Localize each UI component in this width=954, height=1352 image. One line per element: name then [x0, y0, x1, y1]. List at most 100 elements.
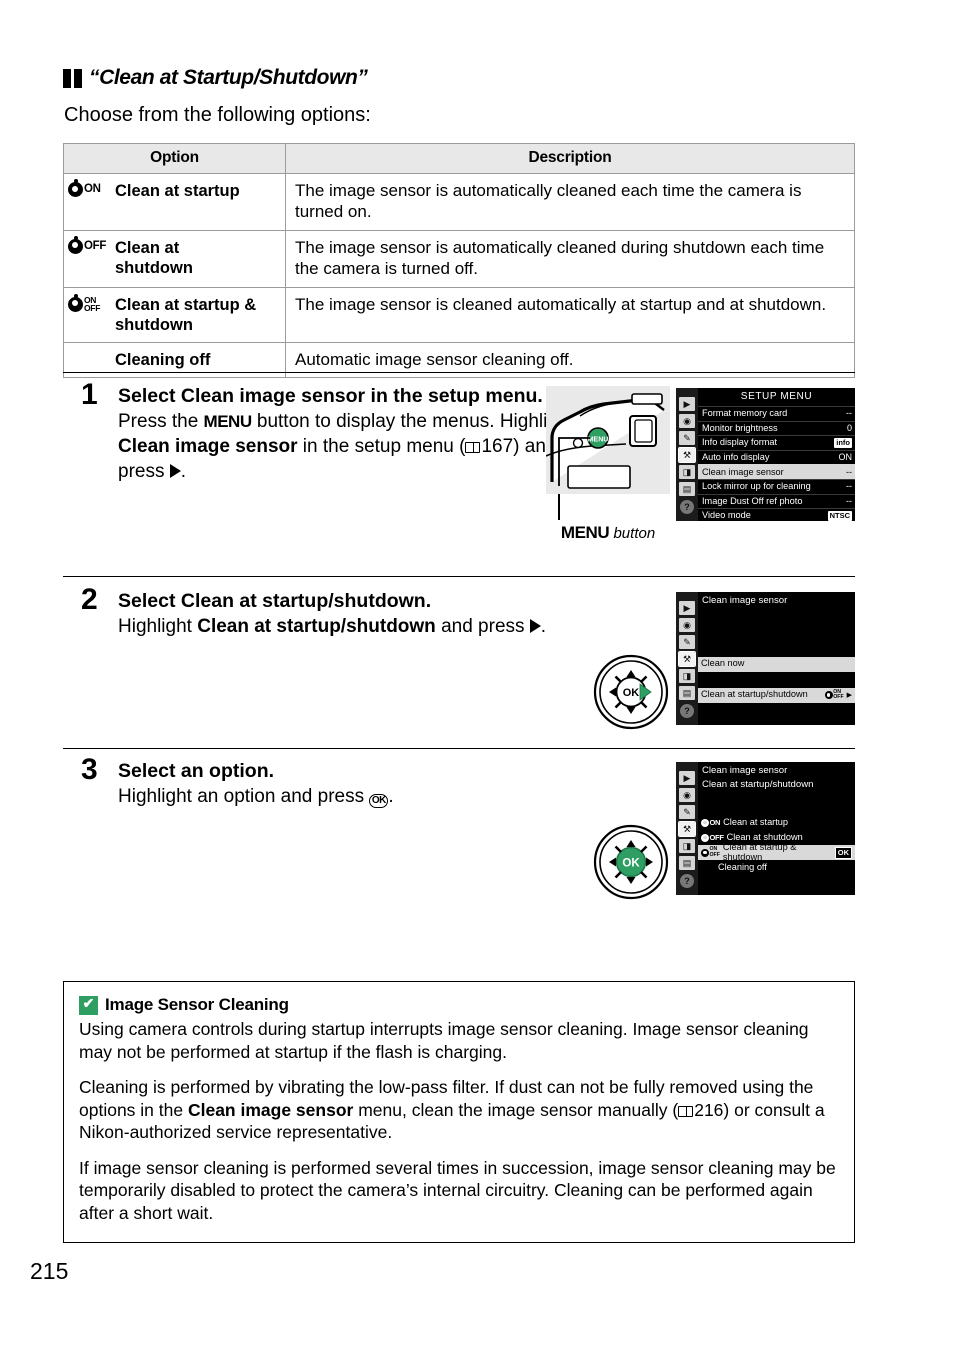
option-label: Cleaning off: [115, 350, 211, 369]
playback-icon[interactable]: ▶: [679, 397, 695, 411]
sensor-clean-onoff-icon: ON OFF: [701, 847, 720, 857]
retouch-menu-icon[interactable]: ◨: [679, 669, 695, 683]
caution-check-icon: ✔: [79, 995, 98, 1015]
note-title: Image Sensor Cleaning: [105, 995, 289, 1014]
camera-drawing: MENU: [546, 386, 670, 494]
menu-item-auto-info-display[interactable]: Auto info display ON: [698, 449, 855, 465]
help-icon[interactable]: ?: [680, 874, 694, 888]
retouch-menu-icon[interactable]: ◨: [679, 839, 695, 853]
right-arrow-icon: [169, 463, 181, 478]
lcd-sidebar: ▶ ◉ ✎ ⚒ ◨ ▤ ?: [676, 592, 698, 725]
description-cell: The image sensor is cleaned automaticall…: [285, 286, 855, 343]
options-table: Option Description ON Clean at startup T…: [63, 143, 855, 379]
ok-button-icon: OK: [369, 794, 389, 809]
custom-settings-icon[interactable]: ✎: [679, 431, 695, 445]
camera-caption: MENU button: [560, 523, 656, 542]
lcd-sidebar: ▶ ◉ ✎ ⚒ ◨ ▤ ?: [676, 762, 698, 895]
manual-page: “Clean at Startup/Shutdown” Choose from …: [0, 0, 954, 1352]
playback-icon[interactable]: ▶: [679, 771, 695, 785]
right-arrow-icon: [529, 619, 541, 634]
recent-settings-icon[interactable]: ▤: [679, 686, 695, 700]
section-marker-icon: [63, 68, 82, 88]
step-divider: [63, 576, 855, 577]
lcd-setup-menu: ▶ ◉ ✎ ⚒ ◨ ▤ ? SETUP MENU Format memory c…: [676, 388, 855, 521]
table-row: ON Clean at startup The image sensor is …: [63, 173, 855, 231]
custom-settings-icon[interactable]: ✎: [679, 635, 695, 649]
option-cleaning-off[interactable]: Cleaning off: [698, 860, 855, 875]
recent-settings-icon[interactable]: ▤: [679, 482, 695, 496]
playback-icon[interactable]: ▶: [679, 601, 695, 615]
note-paragraph-3: If image sensor cleaning is performed se…: [79, 1157, 836, 1223]
page-title: “Clean at Startup/Shutdown”: [89, 66, 368, 89]
table-row: OFF Clean at shutdown The image sensor is…: [63, 229, 855, 288]
col-header-description: Description: [285, 143, 855, 174]
note-paragraph-2: Cleaning is performed by vibrating the l…: [79, 1077, 825, 1143]
menu-item-clean-at-startup-shutdown[interactable]: Clean at startup/shutdown ON OFF ▶: [698, 687, 855, 703]
step-text: Highlight Clean at startup/shutdown and …: [118, 616, 547, 638]
setup-menu-icon[interactable]: ⚒: [678, 821, 696, 837]
svg-text:OK: OK: [623, 687, 640, 699]
menu-item-monitor-brightness[interactable]: Monitor brightness 0: [698, 420, 855, 436]
step-text: Highlight an option and press OK.: [118, 786, 394, 809]
svg-text:OK: OK: [622, 858, 640, 870]
step-number: 2: [81, 583, 98, 616]
sensor-clean-onoff-icon: ON OFF: [824, 689, 844, 700]
leader-line: [558, 494, 560, 520]
description-cell: The image sensor is automatically cleane…: [285, 229, 855, 288]
intro-text: Choose from the following options:: [64, 104, 371, 126]
note-box: ✔ Image Sensor Cleaning Using camera con…: [63, 981, 855, 1243]
option-clean-at-startup-and-shutdown[interactable]: ON OFF Clean at startup & shutdown OK: [698, 843, 855, 861]
menu-item-image-dust-off[interactable]: Image Dust Off ref photo --: [698, 493, 855, 509]
lcd-subtitle: Clean at startup/shutdown: [702, 778, 814, 790]
svg-text:MENU: MENU: [588, 437, 609, 444]
multi-selector-drawing: OK: [593, 654, 669, 730]
col-header-option: Option: [63, 143, 286, 174]
step-number: 3: [81, 753, 98, 786]
recent-settings-icon[interactable]: ▤: [679, 856, 695, 870]
camera-illustration: MENU MENU button: [546, 386, 670, 543]
multi-selector-ok[interactable]: OK: [592, 823, 670, 901]
lcd-clean-image-sensor: ▶ ◉ ✎ ⚒ ◨ ▤ ? Clean image sensor Clean n…: [676, 592, 855, 725]
sensor-clean-off-icon: OFF: [68, 235, 110, 254]
menu-item-clean-now[interactable]: Clean now: [698, 656, 855, 672]
menu-item-format-memory-card[interactable]: Format memory card --: [698, 406, 855, 421]
sensor-clean-on-icon: ON: [68, 179, 110, 197]
option-label: Clean at startup & shutdown: [115, 295, 257, 334]
sensor-clean-onoff-icon: ON OFF: [68, 293, 110, 313]
step-divider: [63, 372, 855, 373]
shooting-menu-icon[interactable]: ◉: [679, 618, 695, 632]
lcd-title: SETUP MENU: [740, 391, 813, 402]
sensor-clean-off-icon: OFF: [701, 833, 724, 842]
menu-item-video-mode[interactable]: Video mode NTSC: [698, 508, 855, 521]
note-header: ✔ Image Sensor Cleaning: [79, 995, 838, 1015]
step-text: Press the MENU button to display the men…: [118, 411, 574, 482]
step-divider: [63, 748, 855, 749]
option-cell: ON Clean at startup: [63, 173, 286, 231]
setup-menu-icon[interactable]: ⚒: [678, 447, 696, 463]
help-icon[interactable]: ?: [680, 704, 694, 718]
menu-item-clean-image-sensor[interactable]: Clean image sensor --: [698, 464, 855, 479]
lcd-sidebar: ▶ ◉ ✎ ⚒ ◨ ▤ ?: [676, 388, 698, 521]
menu-item-info-display-format[interactable]: Info display format info: [698, 435, 855, 450]
shooting-menu-icon[interactable]: ◉: [679, 788, 695, 802]
ok-badge: OK: [834, 846, 852, 859]
menu-item-lock-mirror-up[interactable]: Lock mirror up for cleaning --: [698, 478, 855, 494]
table-header-row: Option Description: [63, 143, 855, 174]
book-reference-icon: [465, 442, 481, 454]
multi-selector-right[interactable]: OK: [592, 653, 670, 731]
menu-button-label: MENU: [203, 412, 253, 432]
step-title: Select Clean image sensor in the setup m…: [118, 385, 543, 407]
lcd-title: Clean image sensor: [702, 765, 788, 776]
custom-settings-icon[interactable]: ✎: [679, 805, 695, 819]
retouch-menu-icon[interactable]: ◨: [679, 465, 695, 479]
lcd-startup-shutdown-options: ▶ ◉ ✎ ⚒ ◨ ▤ ? Clean image sensor Clean a…: [676, 762, 855, 895]
multi-selector-drawing: OK: [593, 824, 669, 900]
help-icon[interactable]: ?: [680, 500, 694, 514]
shooting-menu-icon[interactable]: ◉: [679, 414, 695, 428]
setup-menu-icon[interactable]: ⚒: [678, 651, 696, 667]
table-row: ON OFF Clean at startup & shutdown The im…: [63, 286, 855, 343]
section-heading: “Clean at Startup/Shutdown”: [63, 66, 368, 90]
option-clean-at-startup[interactable]: ON Clean at startup: [698, 815, 855, 830]
note-paragraph-1: Using camera controls during startup int…: [79, 1019, 809, 1062]
chevron-right-icon: ▶: [846, 691, 852, 699]
